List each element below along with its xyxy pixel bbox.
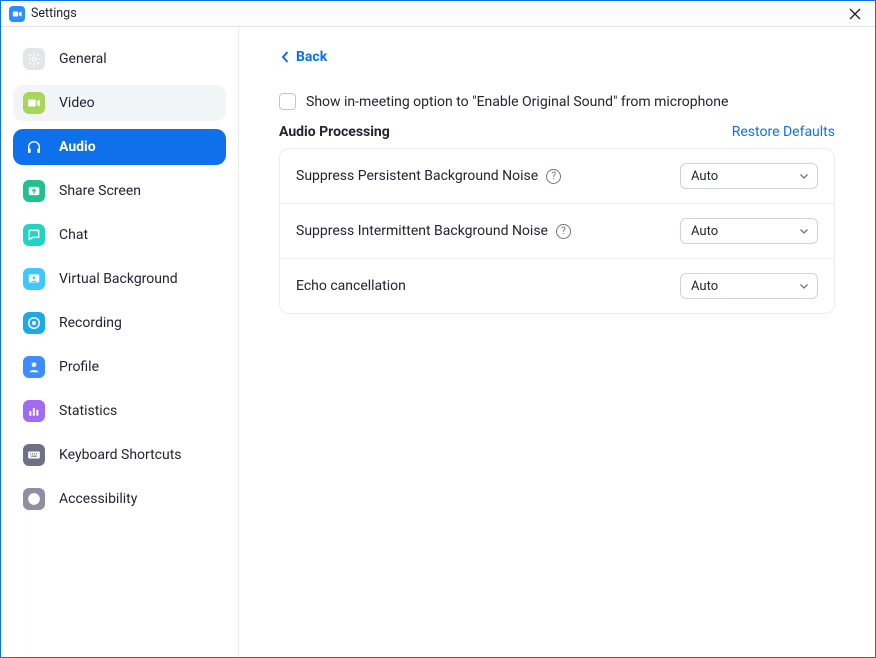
sidebar-item-label: Accessibility — [59, 491, 137, 507]
section-title: Audio Processing — [279, 124, 390, 140]
sidebar-item-label: Keyboard Shortcuts — [59, 447, 182, 463]
sidebar: General Video Audio Share Screen Chat Virtual… — [1, 27, 239, 657]
sidebar-item-label: Video — [59, 95, 95, 111]
settings-window: Settings General Video Audio Share Screen Ch… — [0, 0, 876, 658]
back-label: Back — [296, 49, 327, 65]
sidebar-item-audio[interactable]: Audio — [13, 129, 226, 165]
setting-select[interactable]: Auto — [680, 273, 818, 299]
sidebar-item-label: Share Screen — [59, 183, 141, 199]
original-sound-row: Show in-meeting option to "Enable Origin… — [279, 93, 835, 110]
setting-label: Suppress Persistent Background Noise — [296, 168, 538, 184]
app-icon — [9, 6, 25, 22]
audio-setting-row: Suppress Persistent Background Noise? Aut… — [280, 149, 834, 203]
help-icon[interactable]: ? — [556, 224, 571, 239]
audio-setting-row: Suppress Intermittent Background Noise? A… — [280, 203, 834, 258]
chevron-down-icon — [799, 281, 809, 291]
back-button[interactable]: Back — [281, 49, 835, 65]
keyboard-icon — [23, 444, 45, 466]
close-button[interactable] — [843, 2, 867, 26]
sidebar-item-label: Virtual Background — [59, 271, 178, 287]
stats-icon — [23, 400, 45, 422]
sidebar-item-label: Statistics — [59, 403, 117, 419]
sidebar-item-label: Recording — [59, 315, 122, 331]
video-icon — [23, 92, 45, 114]
sidebar-item-recording[interactable]: Recording — [13, 305, 226, 341]
body: General Video Audio Share Screen Chat Virtual… — [1, 27, 875, 657]
sidebar-item-share-screen[interactable]: Share Screen — [13, 173, 226, 209]
sidebar-item-virtual-background[interactable]: Virtual Background — [13, 261, 226, 297]
section-header: Audio Processing Restore Defaults — [279, 124, 835, 140]
help-icon[interactable]: ? — [546, 169, 561, 184]
a11y-icon — [23, 488, 45, 510]
sidebar-item-label: General — [59, 51, 107, 67]
sidebar-item-accessibility[interactable]: Accessibility — [13, 481, 226, 517]
audio-setting-row: Echo cancellation Auto — [280, 258, 834, 313]
chevron-down-icon — [799, 226, 809, 236]
gear-icon — [23, 48, 45, 70]
headphones-icon — [23, 136, 45, 158]
chat-icon — [23, 224, 45, 246]
select-value: Auto — [691, 169, 718, 184]
sidebar-item-chat[interactable]: Chat — [13, 217, 226, 253]
sidebar-item-profile[interactable]: Profile — [13, 349, 226, 385]
profile-icon — [23, 356, 45, 378]
setting-label: Echo cancellation — [296, 278, 406, 294]
chevron-down-icon — [799, 171, 809, 181]
restore-defaults-link[interactable]: Restore Defaults — [732, 124, 835, 140]
setting-select[interactable]: Auto — [680, 163, 818, 189]
window-title: Settings — [31, 6, 77, 21]
original-sound-label: Show in-meeting option to "Enable Origin… — [306, 94, 728, 110]
setting-label: Suppress Intermittent Background Noise — [296, 223, 548, 239]
select-value: Auto — [691, 224, 718, 239]
record-icon — [23, 312, 45, 334]
sidebar-item-label: Profile — [59, 359, 99, 375]
select-value: Auto — [691, 279, 718, 294]
close-icon — [849, 8, 861, 20]
sidebar-item-statistics[interactable]: Statistics — [13, 393, 226, 429]
original-sound-checkbox[interactable] — [279, 93, 296, 110]
titlebar: Settings — [1, 1, 875, 27]
sidebar-item-video[interactable]: Video — [13, 85, 226, 121]
share-icon — [23, 180, 45, 202]
content: Back Show in-meeting option to "Enable O… — [239, 27, 875, 657]
sidebar-item-label: Chat — [59, 227, 88, 243]
vbg-icon — [23, 268, 45, 290]
sidebar-item-label: Audio — [59, 139, 96, 155]
sidebar-item-keyboard-shortcuts[interactable]: Keyboard Shortcuts — [13, 437, 226, 473]
setting-select[interactable]: Auto — [680, 218, 818, 244]
chevron-left-icon — [281, 51, 290, 63]
sidebar-item-general[interactable]: General — [13, 41, 226, 77]
audio-processing-panel: Suppress Persistent Background Noise? Aut… — [279, 148, 835, 314]
